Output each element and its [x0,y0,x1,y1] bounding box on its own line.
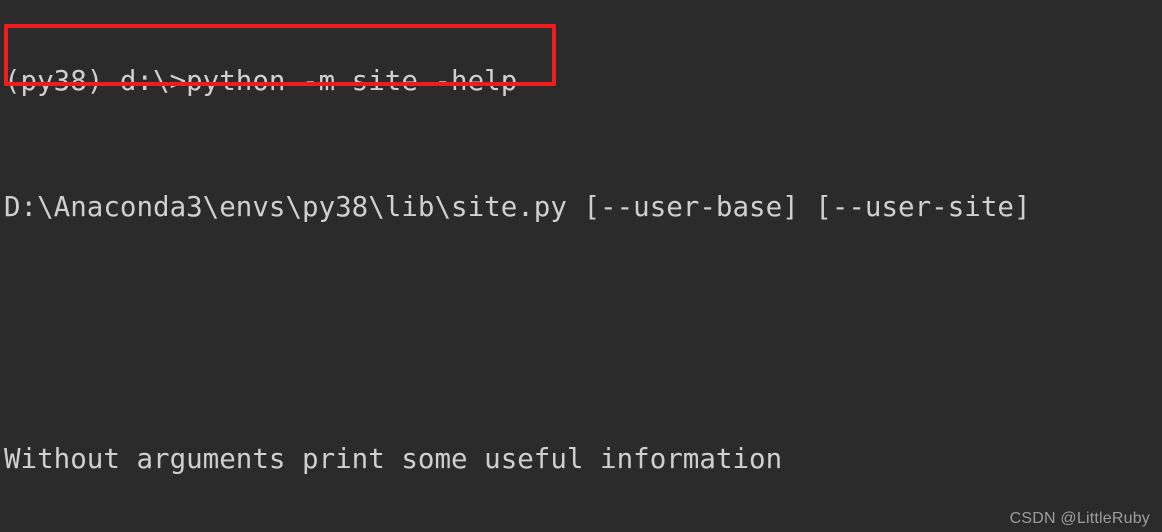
terminal-line-blank-1 [4,312,1162,354]
terminal-line-without-arguments: Without arguments print some useful info… [4,443,783,475]
terminal-window: (py38) d:\>python -m site -help D:\Anaco… [0,0,1162,532]
terminal-output[interactable]: (py38) d:\>python -m site -help D:\Anaco… [4,0,1162,532]
terminal-line-site-path: D:\Anaconda3\envs\py38\lib\site.py [--us… [4,191,1031,223]
terminal-line-prompt-command: (py38) d:\>python -m site -help [4,65,518,97]
csdn-watermark: CSDN @LittleRuby [1009,510,1150,527]
